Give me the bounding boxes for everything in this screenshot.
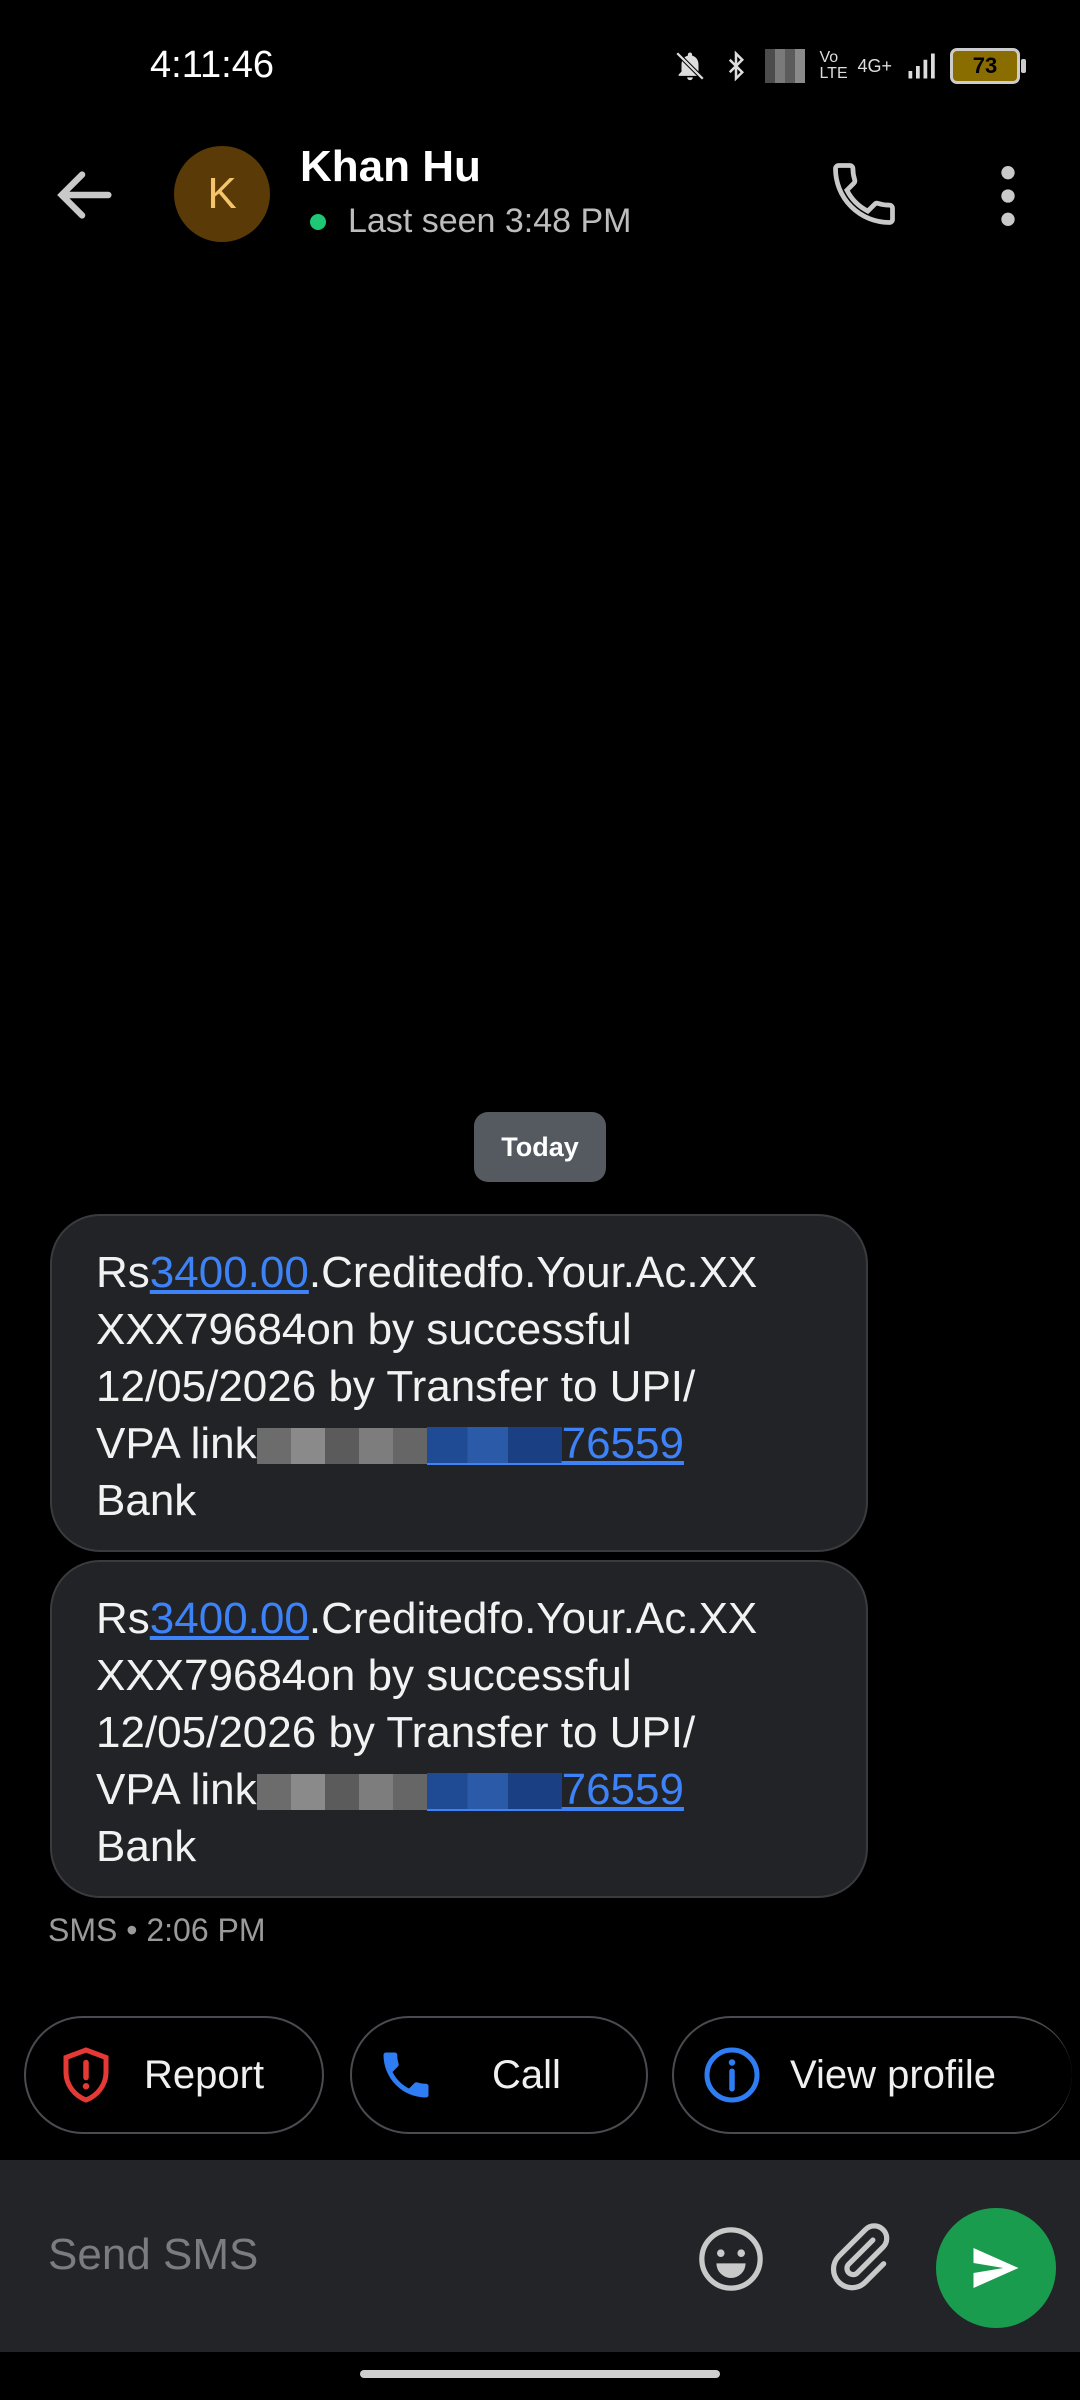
redacted-link[interactable] [426, 1427, 562, 1466]
status-icons: Vo LTE 4G+ 73 [673, 44, 1026, 88]
message-text: XXX79684on by successful [96, 1651, 632, 1700]
message-text: .Creditedfo.Your.Ac.XX [308, 1248, 758, 1297]
compose-bar: Send SMS [0, 2160, 1080, 2352]
message-text: Rs [96, 1248, 150, 1297]
volte-icon: Vo LTE [819, 49, 848, 82]
message-text: Bank [96, 1822, 197, 1871]
report-button[interactable]: Report [24, 2016, 324, 2134]
message-text: VPA link [96, 1419, 257, 1468]
view-profile-label: View profile [790, 2052, 997, 2097]
last-seen-status: Last seen 3:48 PM [348, 202, 632, 240]
call-label: Call [492, 2052, 561, 2097]
signal-icon [908, 53, 935, 79]
sms-input[interactable]: Send SMS [48, 2230, 258, 2280]
phone-call-icon[interactable] [826, 156, 902, 232]
send-icon [973, 2248, 1019, 2288]
report-label: Report [144, 2052, 265, 2097]
message-text: Bank [96, 1476, 197, 1525]
redacted-link[interactable] [426, 1773, 562, 1812]
status-bar: 4:11:46 Vo LTE 4G+ 73 [0, 0, 1080, 130]
upi-link[interactable]: 76559 [562, 1419, 684, 1468]
bluetooth-icon [729, 50, 745, 82]
info-icon [704, 2047, 760, 2103]
contact-name[interactable]: Khan Hu [300, 142, 481, 192]
more-options-icon[interactable] [982, 156, 1034, 236]
online-status-dot [310, 214, 326, 230]
message-text: Rs [96, 1594, 150, 1643]
status-time: 4:11:46 [150, 44, 274, 86]
message-timestamp: SMS • 2:06 PM [48, 1912, 266, 1948]
emoji-icon[interactable] [696, 2224, 766, 2294]
amount-link[interactable]: 3400.00 [150, 1594, 309, 1643]
mute-bell-icon [676, 51, 705, 81]
call-button[interactable]: Call [350, 2016, 648, 2134]
send-button[interactable] [936, 2208, 1056, 2328]
attachment-icon[interactable] [822, 2220, 896, 2294]
message-text: VPA link [96, 1765, 257, 1814]
shield-alert-icon [63, 2047, 109, 2103]
amount-link[interactable]: 3400.00 [150, 1248, 309, 1297]
view-profile-button[interactable]: View profile [672, 2016, 1072, 2134]
redacted-text [256, 1428, 427, 1465]
avatar[interactable]: K [174, 146, 270, 242]
message-bubble[interactable]: Rs3400.00.Creditedfo.Your.Ac.XX XXX79684… [50, 1560, 868, 1898]
message-bubble[interactable]: Rs3400.00.Creditedfo.Your.Ac.XX XXX79684… [50, 1214, 868, 1552]
network-label: 4G+ [857, 55, 892, 76]
home-indicator[interactable] [360, 2370, 720, 2378]
message-text: XXX79684on by successful [96, 1305, 632, 1354]
conversation-header: K Khan Hu Last seen 3:48 PM [0, 130, 1080, 260]
phone-icon [383, 2052, 429, 2098]
back-arrow-icon[interactable] [50, 160, 120, 230]
redacted-text [256, 1774, 427, 1811]
battery-indicator: 73 [950, 48, 1026, 84]
message-text: 12/05/2026 by Transfer to UPI/ [96, 1708, 696, 1757]
obscured-icon [765, 49, 806, 83]
message-text: .Creditedfo.Your.Ac.XX [308, 1594, 758, 1643]
date-divider: Today [474, 1112, 606, 1182]
message-text: 12/05/2026 by Transfer to UPI/ [96, 1362, 696, 1411]
upi-link[interactable]: 76559 [562, 1765, 684, 1814]
